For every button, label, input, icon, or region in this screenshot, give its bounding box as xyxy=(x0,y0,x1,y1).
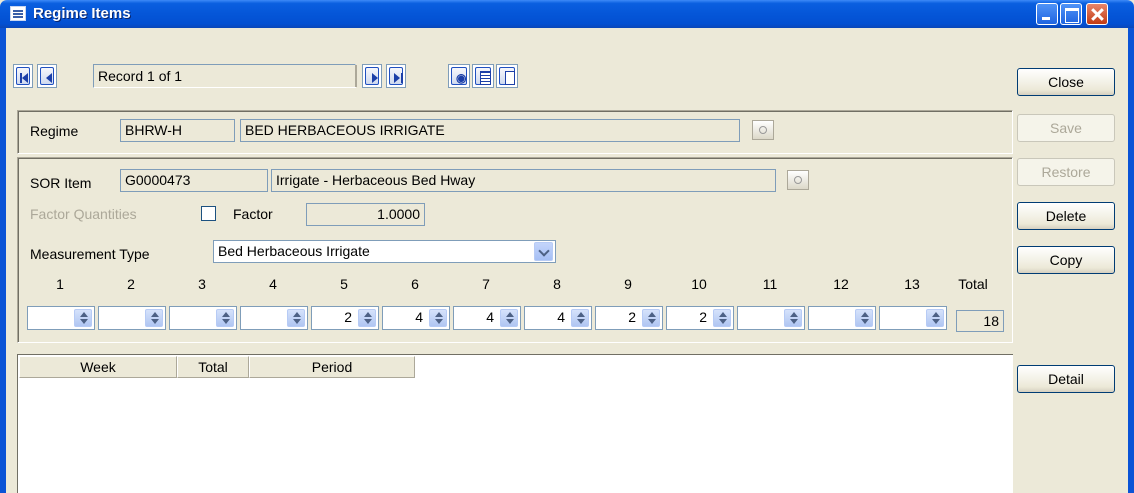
period-header-12: 12 xyxy=(833,276,849,292)
period-header-9: 9 xyxy=(624,276,632,292)
window-frame-right xyxy=(1128,28,1134,493)
previous-record-button[interactable] xyxy=(37,64,57,88)
regime-code-field[interactable]: BHRW-H xyxy=(120,119,235,142)
period-header-2: 2 xyxy=(127,276,135,292)
spinner-icon[interactable] xyxy=(926,309,944,327)
period-header-5: 5 xyxy=(340,276,348,292)
spinner-icon[interactable] xyxy=(429,309,447,327)
period-spinner-13[interactable] xyxy=(879,306,947,330)
spinner-icon[interactable] xyxy=(855,309,873,327)
spinner-icon[interactable] xyxy=(358,309,376,327)
new-record-button[interactable] xyxy=(496,64,518,88)
period-total-field: 18 xyxy=(956,310,1004,332)
spinner-icon[interactable] xyxy=(571,309,589,327)
grid-icon xyxy=(480,71,491,85)
title-bar: Regime Items xyxy=(0,0,1134,28)
period-spinner-11[interactable] xyxy=(737,306,805,330)
period-spinner-2[interactable] xyxy=(98,306,166,330)
previous-record-icon xyxy=(46,73,52,83)
period-spinner-5[interactable]: 2 xyxy=(311,306,379,330)
period-header-7: 7 xyxy=(482,276,490,292)
spinner-icon[interactable] xyxy=(74,309,92,327)
grid-header-total[interactable]: Total xyxy=(177,356,249,378)
period-spinner-3[interactable] xyxy=(169,306,237,330)
regime-lookup-icon[interactable] xyxy=(752,120,774,140)
period-spinner-10[interactable]: 2 xyxy=(666,306,734,330)
period-header-13: 13 xyxy=(904,276,920,292)
measurement-type-value: Bed Herbaceous Irrigate xyxy=(218,243,370,259)
period-header-6: 6 xyxy=(411,276,419,292)
record-position: Record 1 of 1 xyxy=(93,64,357,88)
period-spinner-12[interactable] xyxy=(808,306,876,330)
spinner-icon[interactable] xyxy=(713,309,731,327)
grid-header-period[interactable]: Period xyxy=(249,356,415,378)
period-header-10: 10 xyxy=(691,276,707,292)
period-header-4: 4 xyxy=(269,276,277,292)
factor-quantities-label: Factor Quantities xyxy=(30,206,137,222)
period-spinner-1[interactable] xyxy=(27,306,95,330)
period-header-1: 1 xyxy=(56,276,64,292)
spinner-icon[interactable] xyxy=(784,309,802,327)
factor-label: Factor xyxy=(233,206,273,222)
regime-label: Regime xyxy=(30,123,79,139)
period-header-11: 11 xyxy=(762,276,778,292)
period-header-8: 8 xyxy=(553,276,561,292)
close-button[interactable]: Close xyxy=(1017,68,1115,96)
window-title: Regime Items xyxy=(33,5,131,22)
last-record-icon xyxy=(401,73,403,83)
week-grid[interactable]: Week Total Period xyxy=(17,354,1013,493)
save-button[interactable]: Save xyxy=(1017,114,1115,142)
chevron-down-icon[interactable] xyxy=(534,242,553,261)
maximize-button[interactable] xyxy=(1060,3,1082,25)
detail-button[interactable]: Detail xyxy=(1017,365,1115,393)
period-spinner-9[interactable]: 2 xyxy=(595,306,663,330)
measurement-type-select[interactable]: Bed Herbaceous Irrigate xyxy=(213,240,556,263)
spinner-icon[interactable] xyxy=(642,309,660,327)
factor-value-field[interactable]: 1.0000 xyxy=(306,203,425,226)
copy-button[interactable]: Copy xyxy=(1017,246,1115,274)
binoculars-icon: ◉ xyxy=(456,71,467,85)
first-record-button[interactable] xyxy=(13,64,33,88)
new-page-icon xyxy=(505,71,515,85)
next-record-icon xyxy=(372,73,378,83)
delete-button[interactable]: Delete xyxy=(1017,202,1115,230)
restore-button[interactable]: Restore xyxy=(1017,158,1115,186)
next-record-button[interactable] xyxy=(362,64,382,88)
grid-header-week[interactable]: Week xyxy=(19,356,177,378)
period-spinner-4[interactable] xyxy=(240,306,308,330)
sor-description-field[interactable]: Irrigate - Herbaceous Bed Hway xyxy=(271,169,776,192)
period-spinner-7[interactable]: 4 xyxy=(453,306,521,330)
grid-view-button[interactable] xyxy=(472,64,494,88)
sor-item-label: SOR Item xyxy=(30,175,92,191)
close-window-button[interactable] xyxy=(1086,3,1108,25)
sor-lookup-icon[interactable] xyxy=(787,170,809,190)
window-icon xyxy=(10,6,26,21)
spinner-icon[interactable] xyxy=(216,309,234,327)
spinner-icon[interactable] xyxy=(287,309,305,327)
measurement-type-label: Measurement Type xyxy=(30,246,150,262)
spinner-icon[interactable] xyxy=(500,309,518,327)
regime-description-field[interactable]: BED HERBACEOUS IRRIGATE xyxy=(240,119,740,142)
period-spinner-6[interactable]: 4 xyxy=(382,306,450,330)
period-spinner-8[interactable]: 4 xyxy=(524,306,592,330)
sor-code-field[interactable]: G0000473 xyxy=(120,169,268,192)
minimize-button[interactable] xyxy=(1036,3,1058,25)
last-record-button[interactable] xyxy=(386,64,406,88)
spinner-icon[interactable] xyxy=(145,309,163,327)
factor-checkbox[interactable] xyxy=(201,206,216,221)
period-header-3: 3 xyxy=(198,276,206,292)
window-frame-left xyxy=(0,28,6,493)
find-button[interactable]: ◉ xyxy=(448,64,470,88)
period-total-header: Total xyxy=(958,276,988,292)
